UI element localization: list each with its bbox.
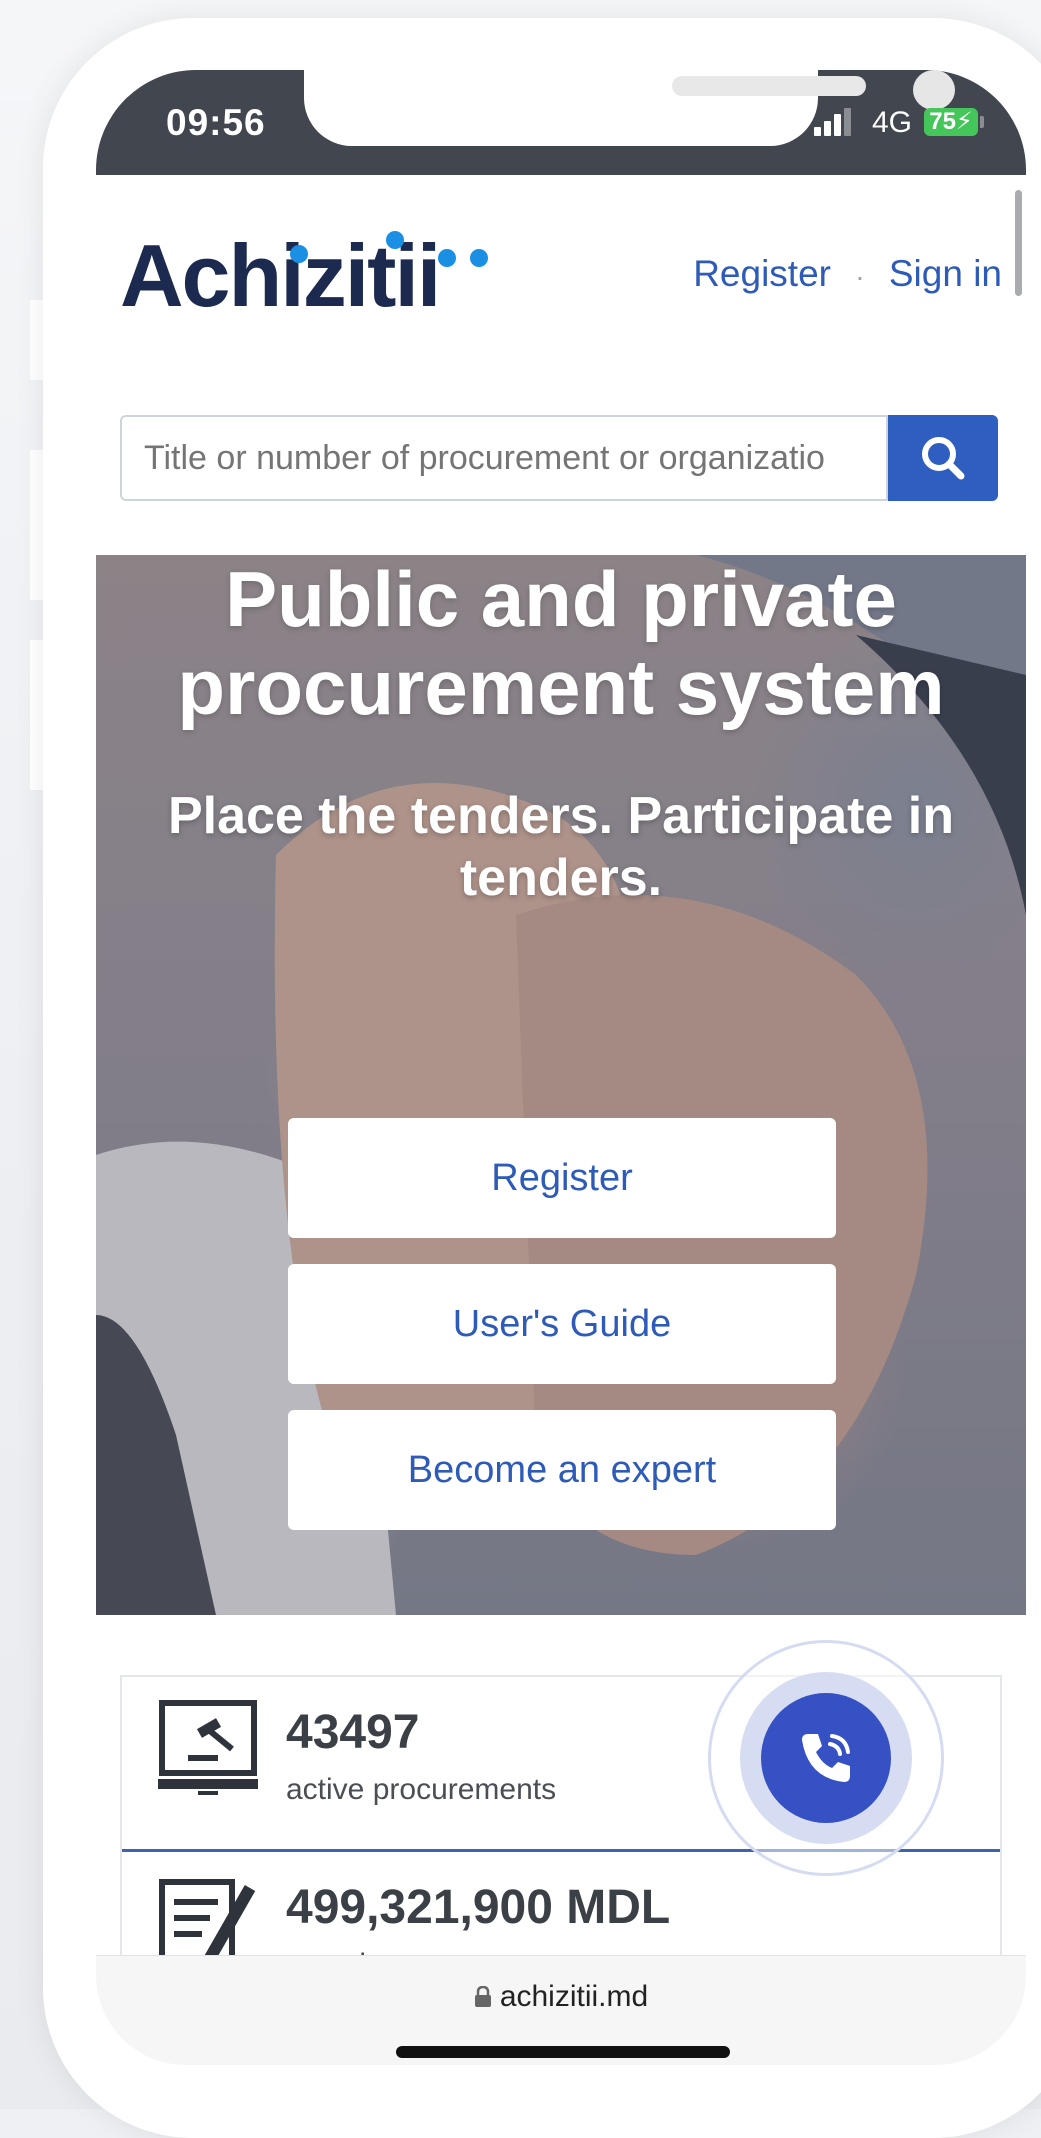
search-bar	[120, 415, 1002, 505]
logo-dot	[470, 249, 488, 267]
stat-value: 43497	[286, 1706, 420, 1759]
nav-separator: ·	[855, 261, 865, 292]
register-link[interactable]: Register	[693, 253, 831, 294]
phone-screen: 09:56 4G 75⚡ Achizitii Register · Sign i…	[96, 70, 1026, 2065]
hero-subtitle: Place the tenders. Participate in tender…	[167, 787, 955, 907]
battery-level: 75	[929, 108, 956, 135]
speaker	[672, 76, 866, 96]
hero-register-button[interactable]: Register	[288, 1118, 836, 1238]
home-indicator[interactable]	[396, 2046, 730, 2058]
users-guide-button[interactable]: User's Guide	[288, 1264, 836, 1384]
browser-address-bar[interactable]: achizitii.md	[96, 1955, 1026, 2065]
search-icon	[922, 437, 965, 480]
status-bar: 09:56 4G 75⚡	[96, 70, 1026, 175]
hero-banner: Public and private procurement system Pl…	[96, 555, 1026, 1615]
page-scrollbar[interactable]	[1015, 190, 1022, 296]
site-header: Achizitii Register · Sign in	[96, 175, 1026, 345]
battery-tip	[980, 116, 984, 128]
camera	[913, 70, 955, 110]
hero-title-line: Public and private	[225, 555, 897, 643]
stat-value: 499,321,900 MDL	[286, 1881, 671, 1934]
url-text: achizitii.md	[499, 1980, 649, 2013]
status-time: 09:56	[166, 102, 266, 143]
url-display: achizitii.md	[96, 1980, 1026, 2014]
stat-label: active procurements	[286, 1773, 557, 1806]
network-type: 4G	[872, 106, 913, 139]
logo-dot	[438, 249, 456, 267]
search-button[interactable]	[888, 415, 998, 501]
phone-icon	[802, 1734, 850, 1782]
auction-laptop-icon	[158, 1700, 258, 1795]
call-button[interactable]	[761, 1693, 891, 1823]
lock-icon	[474, 1985, 491, 2007]
become-expert-button[interactable]: Become an expert	[288, 1410, 836, 1530]
hero-title-line: procurement system	[177, 643, 945, 731]
sign-in-link[interactable]: Sign in	[889, 253, 1002, 294]
hero-title: Public and private procurement system	[96, 555, 1026, 731]
logo-dot	[386, 231, 404, 249]
battery-icon: 75⚡	[924, 108, 978, 136]
auth-nav: Register · Sign in	[693, 253, 1002, 295]
search-input[interactable]	[120, 415, 888, 501]
notch	[304, 70, 955, 146]
signal-icon	[814, 106, 852, 136]
logo-dot	[290, 245, 308, 263]
